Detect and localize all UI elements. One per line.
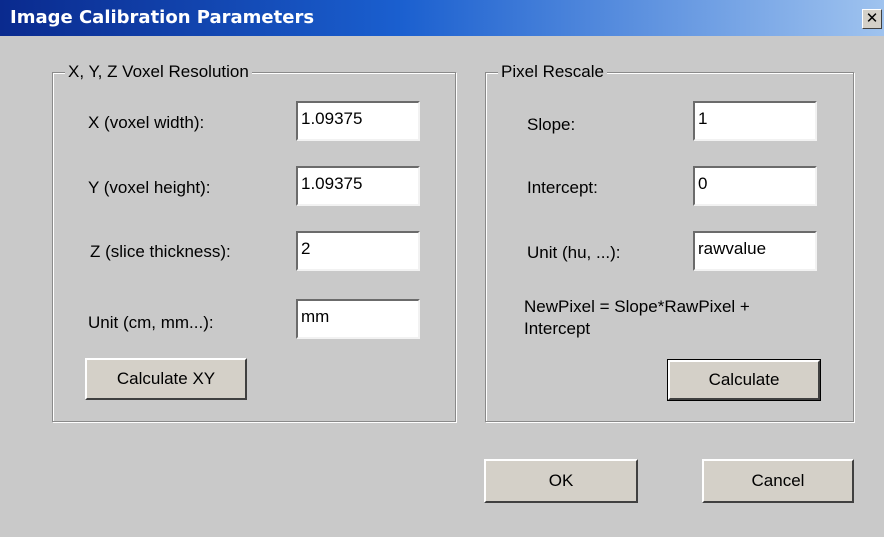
intercept-input[interactable]: 0 [693,166,817,206]
rescale-unit-input[interactable]: rawvalue [693,231,817,271]
voxel-unit-input[interactable]: mm [296,299,420,339]
slope-input[interactable]: 1 [693,101,817,141]
cancel-button[interactable]: Cancel [702,459,854,503]
voxel-resolution-group-title: X, Y, Z Voxel Resolution [65,61,252,83]
rescale-formula-text: NewPixel = Slope*RawPixel + Intercept [524,296,844,340]
calculate-xy-button[interactable]: Calculate XY [85,358,247,400]
rescale-unit-label: Unit (hu, ...): [527,243,621,262]
intercept-label: Intercept: [527,178,598,197]
x-voxel-width-label: X (voxel width): [88,113,205,132]
y-voxel-height-label: Y (voxel height): [88,178,211,197]
ok-button[interactable]: OK [484,459,638,503]
voxel-unit-label: Unit (cm, mm...): [88,313,214,332]
title-bar: Image Calibration Parameters ✕ [0,0,884,36]
close-icon[interactable]: ✕ [862,9,882,29]
z-slice-thickness-label: Z (slice thickness): [90,242,231,261]
x-voxel-width-input[interactable]: 1.09375 [296,101,420,141]
formula-line-1: NewPixel = Slope*RawPixel + [524,297,750,316]
slope-label: Slope: [527,115,576,134]
y-voxel-height-input[interactable]: 1.09375 [296,166,420,206]
formula-line-2: Intercept [524,319,591,338]
pixel-rescale-group-title: Pixel Rescale [498,61,607,83]
dialog-title: Image Calibration Parameters [10,7,315,28]
calculate-button[interactable]: Calculate [667,359,821,401]
z-slice-thickness-input[interactable]: 2 [296,231,420,271]
